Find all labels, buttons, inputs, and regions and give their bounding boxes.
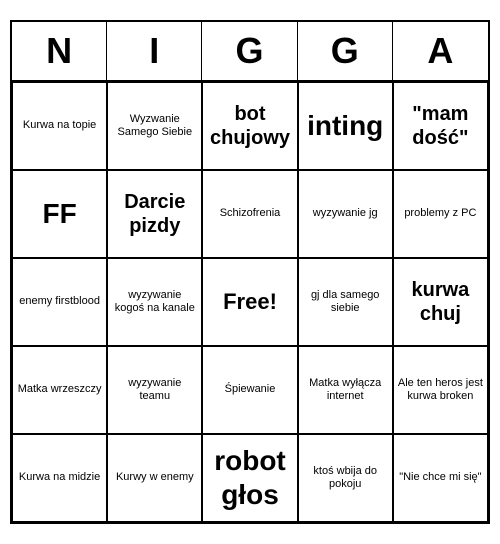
cell-text: wyzywanie kogoś na kanale [112, 289, 197, 315]
bingo-cell: Kurwa na topie [12, 82, 107, 170]
bingo-cell: FF [12, 170, 107, 258]
bingo-cell: kurwa chuj [393, 258, 488, 346]
bingo-cell: wyzywanie teamu [107, 346, 202, 434]
bingo-cell: Śpiewanie [202, 346, 297, 434]
cell-text: Śpiewanie [225, 383, 276, 396]
cell-text: Darcie pizdy [112, 190, 197, 238]
bingo-cell: Matka wrzeszczy [12, 346, 107, 434]
bingo-cell: Free! [202, 258, 297, 346]
bingo-cell: Matka wyłącza internet [298, 346, 393, 434]
bingo-cell: ktoś wbija do pokoju [298, 434, 393, 522]
bingo-cell: wyzywanie jg [298, 170, 393, 258]
cell-text: Kurwy w enemy [116, 471, 194, 484]
cell-text: wyzywanie teamu [112, 377, 197, 403]
header-letter: N [12, 22, 107, 80]
header-letter: I [107, 22, 202, 80]
header-letter: A [393, 22, 488, 80]
cell-text: Kurwa na topie [23, 119, 96, 132]
bingo-cell: problemy z PC [393, 170, 488, 258]
bingo-cell: robot głos [202, 434, 297, 522]
cell-text: robot głos [207, 444, 292, 511]
bingo-card: NIGGA Kurwa na topieWyzwanie Samego Sieb… [10, 20, 490, 524]
bingo-header: NIGGA [12, 22, 488, 82]
bingo-cell: inting [298, 82, 393, 170]
bingo-cell: Kurwy w enemy [107, 434, 202, 522]
cell-text: Kurwa na midzie [19, 471, 100, 484]
bingo-cell: Wyzwanie Samego Siebie [107, 82, 202, 170]
cell-text: Free! [223, 289, 277, 315]
bingo-cell: "mam dość" [393, 82, 488, 170]
header-letter: G [298, 22, 393, 80]
cell-text: "Nie chce mi się" [399, 471, 481, 484]
header-letter: G [202, 22, 297, 80]
bingo-cell: bot chujowy [202, 82, 297, 170]
bingo-cell: "Nie chce mi się" [393, 434, 488, 522]
cell-text: Wyzwanie Samego Siebie [112, 113, 197, 139]
bingo-cell: wyzywanie kogoś na kanale [107, 258, 202, 346]
cell-text: ktoś wbija do pokoju [303, 465, 388, 491]
bingo-cell: Kurwa na midzie [12, 434, 107, 522]
cell-text: enemy firstblood [19, 295, 100, 308]
bingo-cell: gj dla samego siebie [298, 258, 393, 346]
cell-text: kurwa chuj [398, 278, 483, 326]
cell-text: inting [307, 109, 383, 143]
cell-text: Matka wyłącza internet [303, 377, 388, 403]
cell-text: wyzywanie jg [313, 207, 378, 220]
cell-text: Ale ten heros jest kurwa broken [398, 377, 483, 403]
bingo-grid: Kurwa na topie Wyzwanie Samego Siebie bot … [12, 82, 488, 522]
bingo-cell: Darcie pizdy [107, 170, 202, 258]
cell-text: FF [42, 197, 76, 231]
cell-text: bot chujowy [207, 102, 292, 150]
bingo-cell: Schizofrenia [202, 170, 297, 258]
cell-text: "mam dość" [398, 102, 483, 150]
cell-text: Schizofrenia [220, 207, 281, 220]
bingo-cell: Ale ten heros jest kurwa broken [393, 346, 488, 434]
cell-text: gj dla samego siebie [303, 289, 388, 315]
cell-text: problemy z PC [404, 207, 476, 220]
cell-text: Matka wrzeszczy [18, 383, 102, 396]
bingo-cell: enemy firstblood [12, 258, 107, 346]
